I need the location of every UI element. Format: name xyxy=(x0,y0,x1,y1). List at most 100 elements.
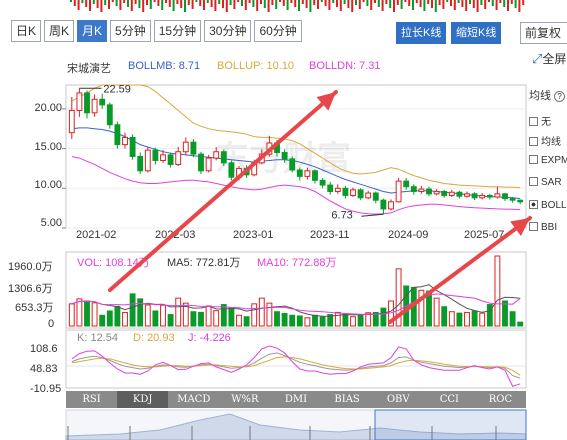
volume-bar xyxy=(509,311,516,327)
volume-bar xyxy=(144,304,151,327)
candle-up xyxy=(395,180,402,203)
history-volume-bar xyxy=(514,0,517,8)
history-volume-bar xyxy=(313,0,316,5)
volume-bar xyxy=(205,305,212,327)
history-volume-bar xyxy=(244,0,247,10)
annotation-arrow-lower-shaft xyxy=(388,216,532,324)
history-volume-bar xyxy=(351,0,354,12)
candle-down xyxy=(137,156,144,172)
history-volume-bar xyxy=(187,0,190,5)
volume-bar xyxy=(68,303,75,327)
volume-bar xyxy=(380,307,387,327)
high-price-label: 22.59 xyxy=(103,83,131,95)
history-volume-bar xyxy=(491,0,494,6)
history-volume-bar xyxy=(415,0,418,3)
history-volume-bar xyxy=(130,0,133,11)
volume-bar xyxy=(213,310,220,327)
volume-bar xyxy=(350,316,356,327)
candle-up xyxy=(205,157,212,172)
history-volume-bar xyxy=(324,0,327,6)
candle-up xyxy=(448,191,455,196)
candle-down xyxy=(129,136,136,157)
history-volume-bar xyxy=(100,0,103,12)
candle-up xyxy=(175,151,182,165)
history-volume-bar xyxy=(203,0,205,10)
candle-up xyxy=(494,193,501,198)
volume-bar xyxy=(304,317,311,327)
volume-bar xyxy=(342,313,349,327)
history-volume-bar xyxy=(328,0,331,10)
volume-bar xyxy=(106,310,113,327)
history-volume-bar xyxy=(503,0,506,7)
volume-bar xyxy=(517,321,524,327)
candle-up xyxy=(388,201,394,210)
volume-bar xyxy=(228,307,235,327)
volume-bar xyxy=(152,310,159,327)
volume-bar xyxy=(243,316,250,327)
history-volume-bar xyxy=(142,0,145,12)
history-volume-bar xyxy=(355,0,357,5)
volume-bar xyxy=(479,312,486,327)
history-volume-bar xyxy=(404,0,407,2)
history-volume-bar xyxy=(461,0,464,7)
history-volume-bar xyxy=(252,0,255,7)
history-volume-bar xyxy=(180,0,183,8)
history-volume-bar xyxy=(298,0,300,11)
candle-up xyxy=(160,154,166,161)
candle-down xyxy=(228,162,235,178)
volume-bar xyxy=(289,314,296,327)
candle-down xyxy=(190,141,197,155)
volume-bar xyxy=(167,314,174,327)
volume-bar xyxy=(334,311,341,327)
history-volume-bar xyxy=(85,0,88,7)
history-volume-bar xyxy=(172,0,175,11)
candle-down xyxy=(372,192,379,201)
history-volume-bar xyxy=(332,0,335,3)
history-volume-bar xyxy=(400,0,403,9)
history-volume-bar xyxy=(446,0,449,2)
volume-bar xyxy=(236,314,242,327)
candle-down xyxy=(312,170,318,181)
history-volume-bar xyxy=(393,0,395,12)
history-volume-bar xyxy=(123,0,126,3)
volume-bar xyxy=(441,306,448,327)
volume-bar xyxy=(251,303,258,327)
low-marker-line xyxy=(361,213,384,217)
history-volume-bar xyxy=(157,0,160,6)
history-volume-bar xyxy=(317,0,319,9)
history-volume-bar xyxy=(256,0,259,11)
history-volume-bar xyxy=(260,0,262,4)
candle-down xyxy=(456,191,463,197)
volume-bar xyxy=(448,311,455,327)
history-volume-bar xyxy=(176,0,179,4)
volume-bar xyxy=(266,302,273,327)
history-volume-bar xyxy=(149,0,152,9)
history-volume-bar xyxy=(218,0,221,4)
volume-bar xyxy=(357,314,364,327)
history-volume-bar xyxy=(305,0,308,8)
history-volume-bar xyxy=(457,0,460,3)
history-volume-bar xyxy=(385,0,388,4)
history-volume-bar xyxy=(214,0,217,11)
candle-down xyxy=(471,193,478,199)
volume-bar xyxy=(198,311,204,327)
history-volume-bar xyxy=(465,0,468,11)
candle-up xyxy=(365,192,372,199)
volume-bar xyxy=(91,302,98,327)
history-volume-bar xyxy=(343,0,346,4)
history-volume-bar xyxy=(495,0,498,10)
history-volume-bar xyxy=(484,0,487,9)
volume-bar xyxy=(137,298,144,327)
history-volume-bar xyxy=(237,0,240,2)
history-volume-bar xyxy=(431,0,433,8)
candle-down xyxy=(509,198,516,201)
candle-up xyxy=(68,109,75,134)
history-volume-bar xyxy=(472,0,475,8)
volume-bar xyxy=(160,304,166,327)
volume-bar xyxy=(122,311,128,327)
history-volume-bar xyxy=(119,0,122,10)
candle-down xyxy=(380,199,387,210)
candle-up xyxy=(76,92,83,111)
volume-bar xyxy=(220,304,227,327)
history-volume-bar xyxy=(499,0,502,3)
